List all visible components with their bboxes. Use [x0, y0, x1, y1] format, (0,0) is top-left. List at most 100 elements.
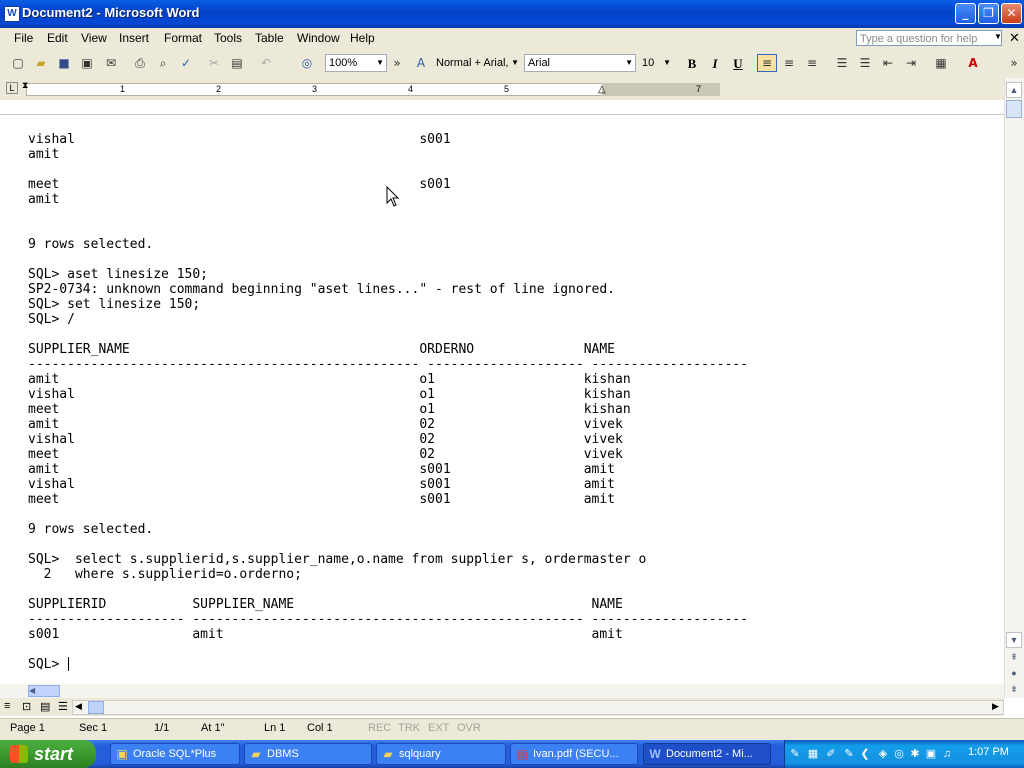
minimize-button[interactable]: _	[955, 3, 976, 24]
undo-icon[interactable]: ↶	[258, 55, 274, 71]
vertical-scroll-thumb[interactable]	[1006, 100, 1022, 118]
menu-format[interactable]: Format	[164, 31, 202, 45]
tray-app-icon[interactable]: ✎	[842, 747, 856, 761]
menu-insert[interactable]: Insert	[119, 31, 149, 45]
permission-icon[interactable]: ▣	[79, 55, 95, 71]
print-layout-icon[interactable]: ▤	[40, 700, 50, 713]
web-layout-icon[interactable]: ⊡	[22, 700, 31, 713]
tray-app-icon[interactable]: ◈	[876, 747, 890, 761]
underline-button[interactable]: U	[729, 55, 747, 72]
print-icon[interactable]: ⎙	[132, 55, 148, 71]
task-oracle-sqlplus[interactable]: ▣ Oracle SQL*Plus	[110, 743, 240, 765]
menu-file[interactable]: File	[14, 31, 33, 45]
menu-help[interactable]: Help	[350, 31, 375, 45]
outline-view-icon[interactable]: ☰	[58, 700, 68, 713]
align-right-icon[interactable]: ≡	[804, 55, 820, 71]
task-label: Oracle SQL*Plus	[133, 748, 217, 760]
print-preview-icon[interactable]: ⌕	[155, 55, 171, 71]
task-sqlquary[interactable]: ▰ sqlquary	[376, 743, 506, 765]
close-button[interactable]: ✕	[1001, 3, 1022, 24]
spelling-icon[interactable]: ✓	[178, 55, 194, 71]
scroll-up-icon[interactable]: ▲	[1006, 82, 1022, 98]
email-icon[interactable]: ✉	[103, 55, 119, 71]
document-close-button[interactable]: ✕	[1009, 30, 1020, 46]
task-label: Ivan.pdf (SECU...	[533, 748, 619, 760]
menu-view[interactable]: View	[81, 31, 107, 45]
maximize-button[interactable]: ❐	[978, 3, 999, 24]
clock: 1:07 PM	[968, 746, 1009, 758]
styles-pane-icon[interactable]: A	[413, 55, 429, 71]
tray-app-icon[interactable]: ▦	[806, 747, 820, 761]
numbering-icon[interactable]: ☰	[834, 55, 850, 71]
horizontal-scrollbar[interactable]	[72, 700, 1004, 715]
tray-app-icon[interactable]: ◎	[892, 747, 906, 761]
increase-indent-icon[interactable]: ⇥	[903, 55, 919, 71]
tray-expand-icon[interactable]: ❮	[858, 747, 872, 761]
menu-tools[interactable]: Tools	[214, 31, 242, 45]
normal-view-icon[interactable]: ≡	[4, 700, 10, 712]
zoom-select[interactable]: 100% ▼	[325, 54, 387, 72]
horizontal-scroll-thumb[interactable]	[88, 701, 104, 714]
font-size-select[interactable]: 10 ▼	[638, 54, 674, 72]
toolbar-overflow-icon[interactable]: »	[1006, 55, 1022, 71]
cut-icon[interactable]: ✂	[206, 55, 222, 71]
status-page: Page 1	[10, 722, 45, 734]
tray-app-icon[interactable]: ✱	[908, 747, 922, 761]
document-line: SUPPLIERID SUPPLIER_NAME NAME	[28, 597, 623, 612]
document-line: amit	[28, 147, 60, 162]
menu-window[interactable]: Window	[297, 31, 340, 45]
task-document2[interactable]: W Document2 - Mi...	[643, 743, 771, 765]
status-ext[interactable]: EXT	[428, 722, 449, 734]
quicklaunch-icon[interactable]: ✎	[788, 747, 802, 761]
align-center-icon[interactable]: ≡	[781, 55, 797, 71]
align-left-icon[interactable]: ≡	[757, 54, 777, 72]
borders-icon[interactable]: ▦	[933, 55, 949, 71]
save-icon[interactable]: ■	[56, 55, 72, 71]
document-line: ----------------------------------------…	[28, 357, 749, 372]
document-line: vishal s001	[28, 132, 451, 147]
hyperlink-icon[interactable]: ◎	[299, 55, 315, 71]
document-line: SQL> set linesize 150;	[28, 297, 201, 312]
task-dbms[interactable]: ▰ DBMS	[244, 743, 372, 765]
scroll-left-icon[interactable]: ◀	[75, 701, 82, 712]
font-color-icon[interactable]: A	[965, 55, 981, 71]
font-select[interactable]: Arial ▼	[524, 54, 636, 72]
chevron-down-icon[interactable]: ▼	[994, 32, 1002, 41]
tray-app-icon[interactable]: ✐	[824, 747, 838, 761]
status-ovr[interactable]: OVR	[457, 722, 481, 734]
decrease-indent-icon[interactable]: ⇤	[880, 55, 896, 71]
help-search-input[interactable]: Type a question for help	[856, 30, 1002, 46]
style-select[interactable]: Normal + Arial, ▼	[432, 54, 522, 72]
paste-icon[interactable]: ▤	[229, 55, 245, 71]
start-button[interactable]: start	[0, 740, 96, 768]
task-label: sqlquary	[399, 748, 441, 760]
indent-marker[interactable]: ⧗	[22, 80, 28, 91]
italic-button[interactable]: I	[706, 55, 724, 72]
word-app-icon[interactable]: W	[4, 6, 20, 22]
chevron-down-icon: ▼	[625, 58, 633, 67]
select-browse-object-icon[interactable]: ●	[1006, 666, 1022, 682]
scroll-right-icon[interactable]: ▶	[992, 701, 999, 712]
previous-page-icon[interactable]: ⇞	[1006, 650, 1022, 666]
vertical-scrollbar[interactable]	[1004, 78, 1024, 698]
menu-edit[interactable]: Edit	[47, 31, 68, 45]
bold-button[interactable]: B	[683, 55, 701, 72]
task-ivan-pdf[interactable]: ▤ Ivan.pdf (SECU...	[510, 743, 638, 765]
hscroll-mini-icon[interactable]: ◀	[28, 685, 60, 697]
bullets-icon[interactable]: ☰	[857, 55, 873, 71]
right-indent-marker[interactable]: △	[598, 84, 606, 95]
next-page-icon[interactable]: ⇟	[1006, 682, 1022, 698]
open-folder-icon[interactable]: ▰	[33, 55, 49, 71]
toolbar-options-icon[interactable]: »	[389, 55, 405, 71]
tab-selector[interactable]: L	[6, 82, 18, 94]
volume-icon[interactable]: ♫	[940, 747, 954, 761]
status-trk[interactable]: TRK	[398, 722, 420, 734]
ruler-number: 7	[696, 84, 702, 94]
network-icon[interactable]: ▣	[924, 747, 938, 761]
ruler-number: 3	[312, 84, 318, 94]
menu-table[interactable]: Table	[255, 31, 284, 45]
document-line: meet 02 vivek	[28, 447, 623, 462]
status-rec[interactable]: REC	[368, 722, 391, 734]
new-document-icon[interactable]: ▢	[10, 55, 26, 71]
scroll-down-icon[interactable]: ▼	[1006, 632, 1022, 648]
